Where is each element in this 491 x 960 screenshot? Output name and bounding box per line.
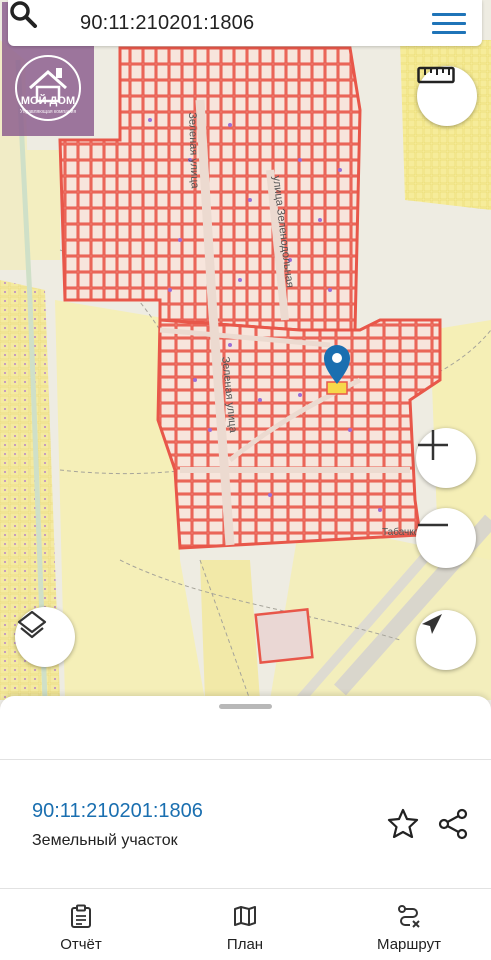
map-icon <box>234 906 256 926</box>
layers-button[interactable] <box>15 607 75 667</box>
logo-text: МОЙ ДОМ <box>20 95 76 107</box>
location-pin-icon[interactable] <box>324 345 350 395</box>
menu-icon[interactable] <box>432 13 466 35</box>
parcel-cadastral-number[interactable]: 90:11:210201:1806 <box>32 800 203 823</box>
tab-report-label: Отчёт <box>60 936 102 953</box>
star-icon[interactable] <box>387 808 419 838</box>
navigation-arrow-icon <box>422 614 442 634</box>
clipboard-icon <box>71 904 91 928</box>
divider <box>0 888 491 889</box>
street-label-tabachko: Табачко <box>382 527 420 538</box>
bottom-sheet[interactable]: 90:11:210201:1806 Земельный участок Отчё… <box>0 696 491 960</box>
locate-button[interactable] <box>416 610 476 670</box>
layers-icon <box>17 610 47 639</box>
search-icon[interactable] <box>8 0 38 28</box>
search-bar[interactable]: 90:11:210201:1806 <box>8 0 482 46</box>
zoom-in-button[interactable] <box>416 428 476 488</box>
search-input[interactable]: 90:11:210201:1806 <box>80 12 254 35</box>
map-view[interactable]: Зеленая улица улица Зеленодольная Зелена… <box>0 0 491 700</box>
share-icon[interactable] <box>437 808 469 840</box>
tab-route[interactable]: Маршрут <box>354 904 464 954</box>
parcel-type: Земельный участок <box>32 832 178 849</box>
tab-report[interactable]: Отчёт <box>26 904 136 954</box>
divider <box>0 759 491 760</box>
drag-handle[interactable] <box>219 704 272 709</box>
ruler-button[interactable] <box>417 66 477 126</box>
zoom-out-button[interactable] <box>416 508 476 568</box>
route-icon <box>398 905 420 928</box>
tab-plan-label: План <box>226 936 264 953</box>
plus-icon <box>418 430 448 460</box>
minus-icon <box>418 523 448 527</box>
tab-route-label: Маршрут <box>377 936 441 953</box>
app: Зеленая улица улица Зеленодольная Зелена… <box>0 0 491 960</box>
tab-plan[interactable]: План <box>190 904 300 954</box>
logo-subtext: Управляющая компания <box>19 109 77 115</box>
ruler-icon <box>417 66 455 84</box>
